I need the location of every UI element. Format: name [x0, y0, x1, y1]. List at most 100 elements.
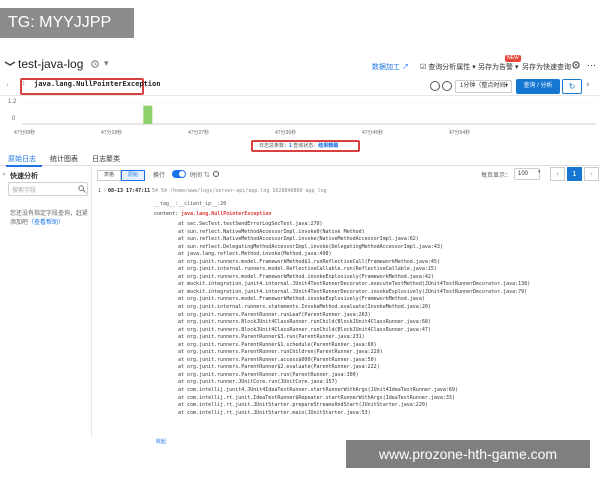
x-tick: 47分54秒 [449, 130, 471, 136]
log-time: 08-13 17:47:11 [108, 188, 150, 194]
query-status: 日志总条数：1 查询状态：结果精确 [251, 140, 360, 152]
tag-overlay: TG: MYYJJPP [0, 8, 134, 38]
collapse-query-icon[interactable]: ‹ [6, 81, 9, 89]
stack-line: at org.junit.runners.BlockJUnit4ClassRun… [178, 319, 431, 326]
collapse-link[interactable]: 收起 [156, 438, 166, 445]
histogram-svg [22, 101, 596, 125]
tab-raw-logs[interactable]: 原始日志 [8, 154, 36, 164]
stack-line: at sun.reflect.DelegatingMethodAccessorI… [178, 243, 443, 250]
refresh-icon[interactable]: ↻ [562, 79, 582, 94]
sidebar-hint: 您还没有指定字段查询，赶紧添加吧（查看帮助） [10, 210, 88, 228]
stack-line: at com.intellij.rt.junit.JUnitStarter.ma… [178, 409, 371, 416]
settings-icon[interactable] [212, 170, 220, 178]
query-state: 结果精确 [318, 143, 339, 149]
log-timestamp: 08-13 17:47:11 [108, 188, 151, 194]
new-badge: NEW [505, 55, 521, 62]
stack-line: at java.lang.reflect.Method.invoke(Metho… [178, 251, 332, 258]
stack-line: at mockit.integration.junit4.internal.JU… [178, 288, 528, 295]
sort-icon: ⇅ [203, 173, 210, 179]
time-range-value: 1分钟（整点时间） [460, 83, 512, 89]
gear-icon[interactable] [571, 60, 581, 70]
log-content: content: java.lang.NullPointerException [154, 211, 271, 217]
x-tick: 47分09秒 [14, 130, 36, 136]
view-table-button[interactable]: 表格 [97, 170, 121, 181]
clock-icon[interactable] [442, 81, 452, 91]
x-tick: 47分45秒 [362, 130, 384, 136]
data-transform-label: 数据加工 [372, 64, 400, 71]
help-link[interactable]: （查看帮助） [28, 220, 64, 226]
content-label: content: [154, 211, 179, 217]
x-tick: 47分36秒 [275, 130, 297, 136]
x-tick: 47分18秒 [101, 130, 123, 136]
time-sort-button[interactable]: 时间 ⇅ [190, 170, 210, 179]
stack-line: at sec.SecTest.testSendErrorLogSecTest.j… [178, 221, 323, 227]
stack-line: at org.junit.runners.ParentRunner$2.eval… [178, 364, 380, 371]
field-search-placeholder: 搜索字段 [12, 188, 37, 194]
view-raw-button[interactable]: 原始 [121, 170, 145, 181]
expand-chart-icon[interactable]: › [586, 80, 590, 90]
stack-line: at org.junit.runners.model.FrameworkMeth… [178, 296, 425, 303]
stack-line: at com.intellij.junit4.JUnit4IdeaTestRun… [178, 387, 458, 394]
query-properties-label: 查询分析属性 [428, 64, 471, 71]
quick-analysis-title: 快速分析 [10, 173, 38, 180]
stack-line: at mockit.integration.junit4.internal.JU… [178, 281, 531, 288]
per-page-value: 100 [518, 171, 529, 177]
collapse-sidebar-icon[interactable]: « [2, 171, 6, 178]
query-properties-button[interactable]: ☑ 查询分析属性 ▾ [420, 62, 476, 72]
result-tabs [0, 152, 600, 166]
wrap-toggle-knob [179, 171, 185, 177]
x-tick: 47分27秒 [188, 130, 210, 136]
prev-page-button[interactable]: ‹ [550, 167, 565, 181]
stack-line: at org.junit.internal.runners.model.Refl… [178, 266, 437, 273]
exception-name[interactable]: java.lang.NullPointerException [181, 211, 271, 217]
chevron-down-icon: ▾ [472, 64, 476, 71]
external-link-icon: ↗ [401, 64, 409, 71]
log-index-number: 1 [98, 188, 102, 194]
search-analyze-button[interactable]: 查询 / 分析 [516, 79, 560, 94]
more-icon[interactable]: ⋯ [587, 60, 596, 71]
stack-line: at org.junit.runners.ParentRunner.runChi… [178, 349, 383, 356]
log-meta: 54 54 /home/www/logs/server-api/app.log … [152, 188, 327, 194]
next-page-button[interactable]: › [584, 167, 599, 181]
chevron-down-icon: ▾ [538, 169, 541, 175]
stack-line: at org.junit.runners.ParentRunner$3.run(… [178, 334, 365, 341]
logstore-title: test-java-log [18, 57, 84, 71]
stack-line: at com.intellij.rt.junit.JUnitStarter.pr… [178, 402, 428, 409]
save-alert-button[interactable]: 另存为告警 ▾ [478, 62, 518, 72]
tab-log-clusters[interactable]: 日志聚类 [92, 154, 120, 164]
save-quick-query-button[interactable]: 另存为快速查询 [522, 62, 571, 72]
wrap-label: 换行 [153, 173, 166, 179]
histogram-bar[interactable] [143, 105, 153, 124]
time-range-select[interactable]: 1分钟（整点时间） ▾ [455, 80, 512, 93]
help-icon[interactable] [430, 81, 440, 91]
stack-line: at org.junit.internal.runners.statements… [178, 304, 431, 311]
stack-line: at org.junit.runners.ParentRunner.runLea… [178, 311, 371, 318]
stack-line: at org.junit.runners.model.FrameworkMeth… [178, 258, 440, 265]
stack-line: at com.intellij.rt.junit.IdeaTestRunner$… [178, 394, 455, 401]
logstore-menu-icon[interactable]: ▾ [104, 59, 109, 69]
save-alert-label: 另存为告警 [478, 64, 513, 71]
per-page-select[interactable]: 100 [514, 168, 540, 180]
stack-line: at org.junit.runners.ParentRunner.access… [178, 356, 377, 363]
page-button-current[interactable]: 1 [567, 167, 582, 181]
log-index: 1 [98, 188, 101, 194]
checkbox-icon: ☑ [420, 64, 427, 71]
stack-line: at sun.reflect.NativeMethodAccessorImpl.… [178, 228, 365, 235]
expand-log-icon[interactable]: › [104, 188, 106, 194]
stack-line: at org.junit.runners.BlockJUnit4ClassRun… [178, 326, 431, 333]
stack-trace: at sec.SecTest.testSendErrorLogSecTest.j… [178, 221, 530, 417]
histogram [0, 96, 600, 140]
chevron-down-icon: ▾ [514, 64, 519, 71]
stack-line: at sun.reflect.NativeMethodAccessorImpl.… [178, 236, 419, 243]
logstore-icon [4, 61, 16, 66]
query-state-label: 查询状态： [293, 143, 319, 149]
data-transform-button[interactable]: 数据加工 ↗ [372, 62, 409, 72]
log-count: 1 [289, 143, 292, 149]
log-tag: __tag__:__client_ip__:20 [154, 201, 227, 207]
stack-line: at org.junit.runner.JUnitCore.run(JUnitC… [178, 379, 338, 386]
search-icon[interactable] [78, 185, 86, 193]
chevron-down-icon: ▾ [504, 83, 508, 89]
query-text[interactable]: java.lang.NullPointerException [34, 80, 160, 88]
tab-charts[interactable]: 统计图表 [50, 154, 78, 164]
clock-icon [91, 60, 99, 68]
